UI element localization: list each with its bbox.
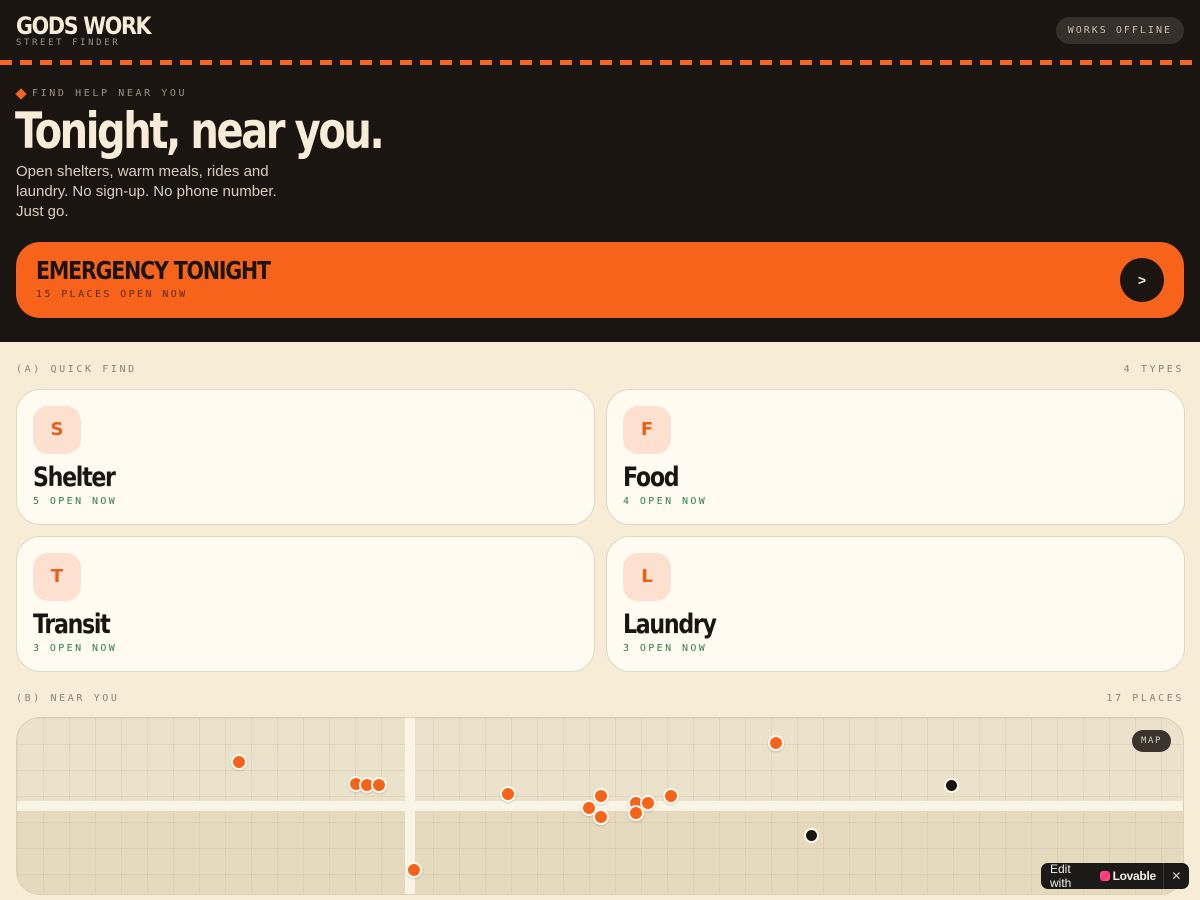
- chevron-right-icon[interactable]: >: [1120, 258, 1164, 302]
- brand-subtitle: STREET FINDER: [16, 38, 121, 48]
- map-pin[interactable]: [406, 862, 422, 878]
- emergency-tonight-button[interactable]: EMERGENCY TONIGHT 15 PLACES OPEN NOW >: [16, 242, 1184, 318]
- card-title: Food: [623, 462, 680, 493]
- map-pin[interactable]: [663, 788, 679, 804]
- lovable-edit-text: Edit with: [1050, 862, 1072, 890]
- map-pin[interactable]: [593, 809, 609, 825]
- hero-intro: Open shelters, warm meals, rides and lau…: [16, 163, 277, 220]
- food-icon: F: [623, 406, 671, 454]
- transit-icon: T: [33, 553, 81, 601]
- page-title: Tonight, near you.: [15, 102, 385, 160]
- near-you-count: 17 PLACES: [1106, 693, 1184, 704]
- category-card-shelter[interactable]: S Shelter 5 OPEN NOW: [16, 389, 595, 525]
- hero-header: GODS WORK STREET FINDER WORKS OFFLINE FI…: [0, 0, 1200, 342]
- map-pin[interactable]: [593, 788, 609, 804]
- shelter-icon: S: [33, 406, 81, 454]
- map-pin-closed[interactable]: [803, 827, 819, 843]
- diamond-icon: [15, 87, 27, 100]
- category-card-laundry[interactable]: L Laundry 3 OPEN NOW: [606, 536, 1185, 672]
- category-card-food[interactable]: F Food 4 OPEN NOW: [606, 389, 1185, 525]
- lovable-heart-icon: [1099, 871, 1110, 881]
- category-card-transit[interactable]: T Transit 3 OPEN NOW: [16, 536, 595, 672]
- map-pin[interactable]: [231, 754, 247, 770]
- card-status: 5 OPEN NOW: [33, 496, 118, 507]
- quick-find-count: 4 TYPES: [1123, 364, 1184, 375]
- map-pin[interactable]: [628, 805, 644, 821]
- card-status: 3 OPEN NOW: [33, 643, 118, 654]
- card-status: 4 OPEN NOW: [623, 496, 708, 507]
- emergency-title: EMERGENCY TONIGHT: [36, 256, 271, 285]
- hero-eyebrow: FIND HELP NEAR YOU: [15, 87, 188, 100]
- eyebrow-text: FIND HELP NEAR YOU: [32, 88, 188, 99]
- lovable-name: Lovable: [1112, 869, 1157, 883]
- map-tag: MAP: [1131, 730, 1171, 752]
- emergency-subtitle: 15 PLACES OPEN NOW: [36, 289, 188, 300]
- lovable-badge[interactable]: Edit with Lovable ✕: [1041, 862, 1189, 890]
- map-pin[interactable]: [371, 777, 387, 793]
- works-offline-badge: WORKS OFFLINE: [1055, 17, 1184, 44]
- map-view[interactable]: MAP: [16, 717, 1184, 895]
- map-pin-closed[interactable]: [943, 777, 959, 793]
- quick-find-label: (A) QUICK FIND: [16, 364, 137, 375]
- brand-title: GODS WORK: [16, 12, 152, 40]
- map-pin[interactable]: [500, 786, 516, 802]
- card-title: Laundry: [623, 609, 717, 640]
- card-title: Transit: [33, 609, 111, 640]
- card-title: Shelter: [33, 462, 116, 493]
- card-status: 3 OPEN NOW: [623, 643, 708, 654]
- near-you-label: (B) NEAR YOU: [16, 693, 120, 704]
- close-icon[interactable]: ✕: [1164, 869, 1189, 883]
- dashed-divider: [0, 60, 1200, 65]
- map-pin[interactable]: [768, 735, 784, 751]
- laundry-icon: L: [623, 553, 671, 601]
